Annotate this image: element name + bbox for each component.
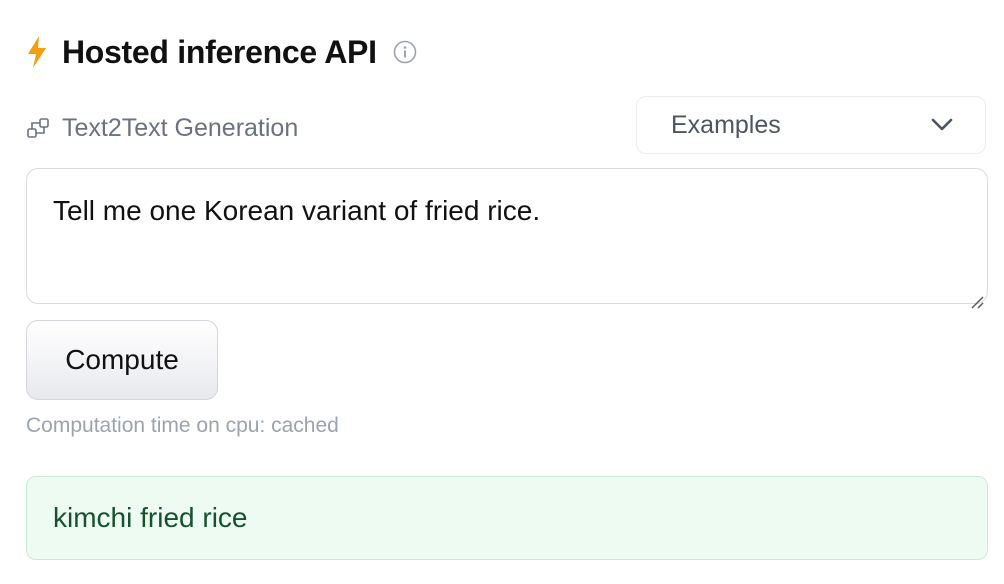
computation-time-status: Computation time on cpu: cached	[26, 414, 339, 437]
widget-header: Hosted inference API	[26, 30, 417, 74]
input-textarea-value: Tell me one Korean variant of fried rice…	[53, 195, 541, 226]
output-result-text: kimchi fried rice	[53, 502, 248, 533]
output-result-box: kimchi fried rice	[26, 476, 988, 560]
widget-title: Hosted inference API	[62, 33, 377, 70]
resize-handle-icon[interactable]	[969, 285, 985, 309]
inference-widget: Hosted inference API Text2Text Generatio…	[0, 0, 1004, 584]
info-icon[interactable]	[393, 40, 417, 64]
examples-dropdown[interactable]: Examples	[636, 96, 986, 154]
task-type-label: Text2Text Generation	[62, 113, 299, 142]
text2text-task-icon	[26, 116, 50, 140]
chevron-down-icon	[931, 118, 953, 132]
lightning-bolt-icon	[26, 35, 48, 69]
input-textarea[interactable]: Tell me one Korean variant of fried rice…	[26, 168, 988, 309]
task-type-row: Text2Text Generation	[26, 106, 298, 150]
compute-button[interactable]: Compute	[26, 320, 218, 400]
examples-dropdown-label: Examples	[671, 110, 781, 139]
